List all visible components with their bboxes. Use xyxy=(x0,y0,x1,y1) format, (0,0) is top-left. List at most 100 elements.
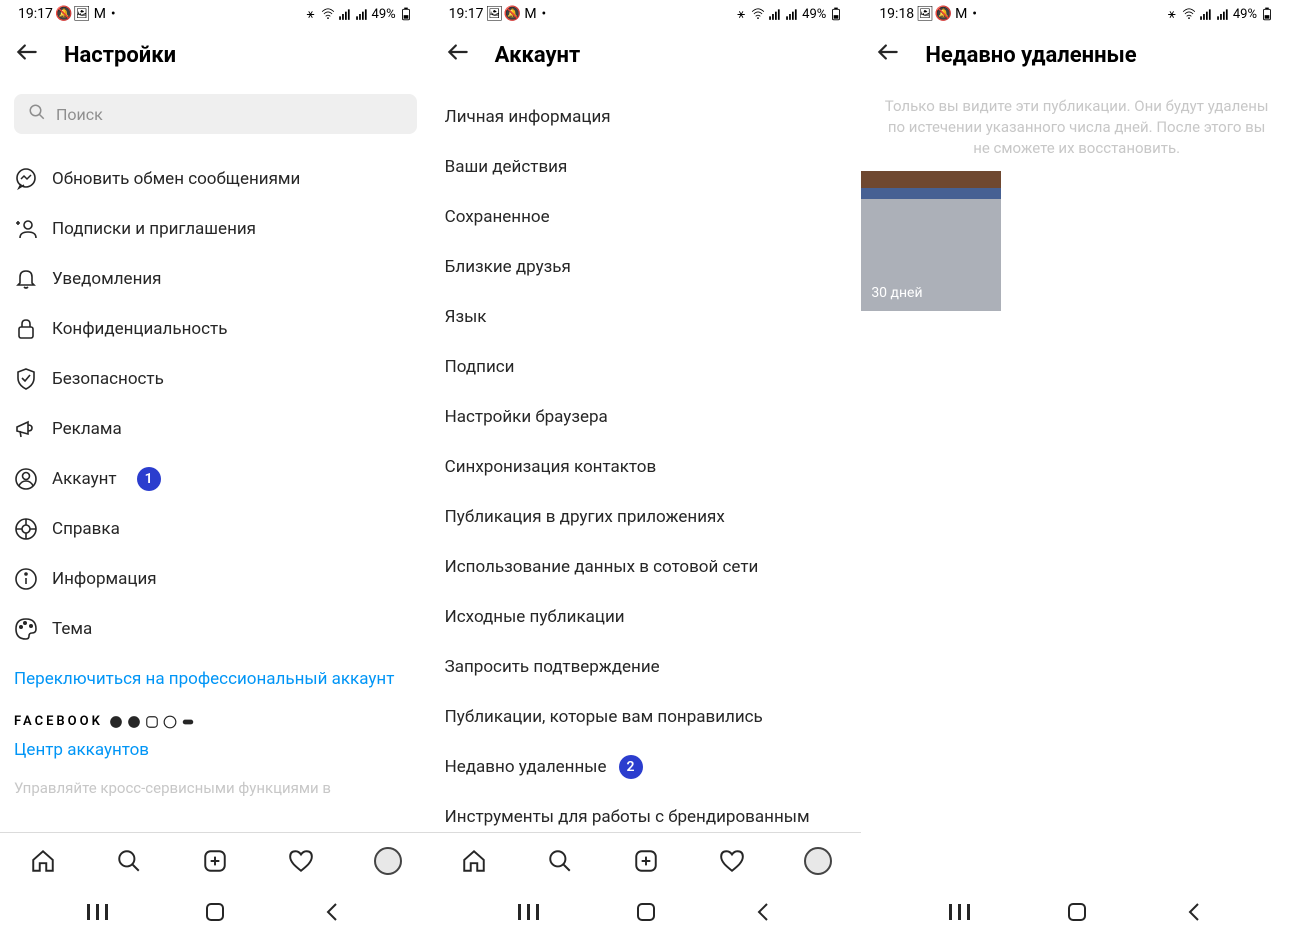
page-title: Недавно удаленные xyxy=(925,43,1136,68)
account-item-branded[interactable]: Инструменты для работы с брендированным xyxy=(445,792,848,832)
bluetooth-icon: ⚹ xyxy=(734,7,748,21)
settings-item-messaging[interactable]: Обновить обмен сообщениями xyxy=(14,154,417,204)
mail-icon: M xyxy=(93,7,107,21)
search-nav-icon[interactable] xyxy=(115,847,143,875)
back-icon[interactable] xyxy=(875,39,901,72)
mail-icon: M xyxy=(954,7,968,21)
account-item-original[interactable]: Исходные публикации xyxy=(445,592,848,642)
profile-icon[interactable] xyxy=(374,847,402,875)
back-icon[interactable] xyxy=(14,39,40,72)
signal-icon xyxy=(1199,7,1213,21)
settings-item-help[interactable]: Справка xyxy=(14,504,417,554)
create-icon[interactable] xyxy=(632,847,660,875)
info-icon xyxy=(14,567,38,591)
status-time: 19:18 xyxy=(879,6,914,22)
search-nav-icon[interactable] xyxy=(546,847,574,875)
settings-label: Информация xyxy=(52,569,157,589)
status-dot: • xyxy=(111,6,116,22)
signal2-icon xyxy=(785,7,799,21)
back-button[interactable] xyxy=(320,900,344,924)
bell-icon xyxy=(14,267,38,291)
step-badge: 2 xyxy=(619,755,643,779)
home-icon[interactable] xyxy=(460,847,488,875)
instagram-icon xyxy=(145,715,159,729)
status-bar: 19:18 🖼 🔕 M • ⚹ 49% xyxy=(861,0,1292,28)
account-item-friends[interactable]: Близкие друзья xyxy=(445,242,848,292)
status-time: 19:17 xyxy=(449,6,484,22)
account-item-contacts[interactable]: Синхронизация контактов xyxy=(445,442,848,492)
switch-pro-link[interactable]: Переключиться на профессиональный аккаун… xyxy=(14,654,417,696)
back-icon[interactable] xyxy=(445,39,471,72)
signal-icon xyxy=(338,7,352,21)
account-item-crosspost[interactable]: Публикация в других приложениях xyxy=(445,492,848,542)
signal2-icon xyxy=(1216,7,1230,21)
wifi-icon xyxy=(751,7,765,21)
recent-apps-button[interactable] xyxy=(517,900,541,924)
recent-apps-button[interactable] xyxy=(948,900,972,924)
account-item-saved[interactable]: Сохраненное xyxy=(445,192,848,242)
header: Аккаунт xyxy=(431,28,862,82)
mail-icon: M xyxy=(524,7,538,21)
settings-label: Подписки и приглашения xyxy=(52,219,256,239)
step-badge: 1 xyxy=(137,467,161,491)
account-item-cellular[interactable]: Использование данных в сотовой сети xyxy=(445,542,848,592)
heart-icon[interactable] xyxy=(718,847,746,875)
settings-item-theme[interactable]: Тема xyxy=(14,604,417,654)
home-icon[interactable] xyxy=(29,847,57,875)
settings-item-info[interactable]: Информация xyxy=(14,554,417,604)
user-icon xyxy=(14,467,38,491)
back-button[interactable] xyxy=(751,900,775,924)
profile-icon[interactable] xyxy=(804,847,832,875)
home-button[interactable] xyxy=(1065,900,1089,924)
account-item-deleted[interactable]: Недавно удаленные 2 xyxy=(445,742,848,792)
settings-item-privacy[interactable]: Конфиденциальность xyxy=(14,304,417,354)
account-item-language[interactable]: Язык xyxy=(445,292,848,342)
home-button[interactable] xyxy=(634,900,658,924)
settings-item-account[interactable]: Аккаунт 1 xyxy=(14,454,417,504)
settings-label: Реклама xyxy=(52,419,122,439)
whatsapp-icon xyxy=(163,715,177,729)
settings-label: Безопасность xyxy=(52,369,164,389)
account-item-verify[interactable]: Запросить подтверждение xyxy=(445,642,848,692)
search-placeholder: Поиск xyxy=(56,105,103,124)
mute-icon: 🔕 xyxy=(506,7,520,21)
heart-icon[interactable] xyxy=(287,847,315,875)
settings-item-follow[interactable]: Подписки и приглашения xyxy=(14,204,417,254)
accounts-center-link[interactable]: Центр аккаунтов xyxy=(14,729,417,767)
recent-apps-button[interactable] xyxy=(86,900,110,924)
account-item-captions[interactable]: Подписи xyxy=(445,342,848,392)
bottom-nav xyxy=(431,832,862,888)
battery-text: 49% xyxy=(1233,7,1257,22)
status-dot: • xyxy=(542,6,547,22)
status-bar: 19:17 🖼 🔕 M • ⚹ 49% xyxy=(431,0,862,28)
account-item-liked[interactable]: Публикации, которые вам понравились xyxy=(445,692,848,742)
deleted-thumbnail[interactable]: 30 дней xyxy=(861,171,1001,311)
mute-icon: 🔕 xyxy=(936,7,950,21)
settings-item-notifications[interactable]: Уведомления xyxy=(14,254,417,304)
search-input[interactable]: Поиск xyxy=(14,94,417,134)
status-dot: • xyxy=(972,6,977,22)
account-item-activity[interactable]: Ваши действия xyxy=(445,142,848,192)
settings-label: Уведомления xyxy=(52,269,162,289)
create-icon[interactable] xyxy=(201,847,229,875)
image-icon: 🖼 xyxy=(488,7,502,21)
system-nav xyxy=(861,888,1292,936)
facebook-row: FACEBOOK xyxy=(14,714,417,729)
account-item-personal[interactable]: Личная информация xyxy=(445,92,848,142)
shield-icon xyxy=(14,367,38,391)
settings-item-security[interactable]: Безопасность xyxy=(14,354,417,404)
thumb-days-label: 30 дней xyxy=(871,285,922,301)
battery-text: 49% xyxy=(802,7,826,22)
messenger-icon xyxy=(14,167,38,191)
settings-label: Аккаунт xyxy=(52,469,117,489)
deleted-screen: 19:18 🖼 🔕 M • ⚹ 49% Недавно удаленные То… xyxy=(861,0,1292,936)
back-button[interactable] xyxy=(1182,900,1206,924)
mute-icon: 🔕 xyxy=(57,7,71,21)
page-title: Настройки xyxy=(64,43,176,68)
search-icon xyxy=(28,103,46,125)
settings-item-ads[interactable]: Реклама xyxy=(14,404,417,454)
system-nav xyxy=(431,888,862,936)
account-item-browser[interactable]: Настройки браузера xyxy=(445,392,848,442)
header: Настройки xyxy=(0,28,431,82)
home-button[interactable] xyxy=(203,900,227,924)
